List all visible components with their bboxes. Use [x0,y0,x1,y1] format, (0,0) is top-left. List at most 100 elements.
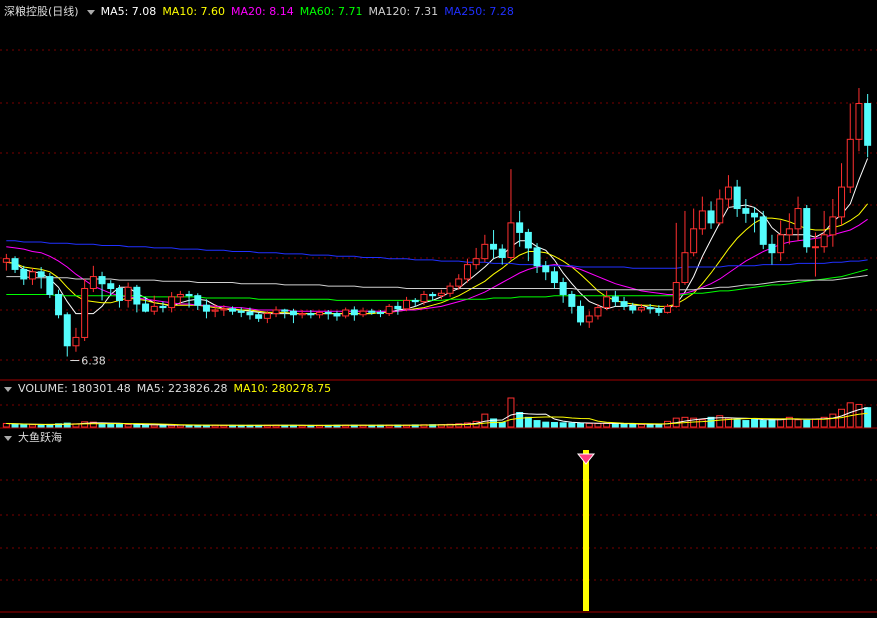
volume-bar [655,423,663,428]
candle-up [698,210,706,230]
candle-up [89,276,97,290]
dropdown-triangle-icon[interactable] [4,435,12,441]
volume-bar [864,407,872,428]
volume-bar [803,419,811,428]
candle-up [777,234,785,254]
volume-bars[interactable] [2,397,872,428]
candle-up [150,305,158,312]
candle-up [342,309,350,317]
candle-down [655,308,663,313]
candle-up [472,258,480,266]
volume-bar [150,424,158,428]
candle-down [350,309,358,316]
candle-down [255,314,263,319]
grid-lines [0,49,877,581]
candle-up [2,258,10,263]
volume-bar [559,422,567,428]
volume-bar [568,422,576,428]
legend-ma5: MA5: 7.08 [100,5,157,18]
candle-up [220,308,228,311]
candle-up [672,282,680,307]
candle-down [46,276,54,295]
signal-diamond-icon [576,453,596,465]
candle-up [28,271,36,280]
candle-down [281,309,289,312]
candle-down [524,231,532,249]
volume-bar [603,422,611,428]
candle-up [72,336,80,347]
volume-bar [698,419,706,428]
candle-down [550,271,558,284]
volume-bar [124,424,132,428]
candle-up [690,228,698,254]
candle-up [446,285,454,294]
stock-title: 深粮控股(日线) [4,5,79,18]
volume-bar [768,418,776,428]
volume-bar [20,424,28,428]
candle-up [664,305,672,313]
candle-up [716,198,724,224]
candle-down [646,307,654,310]
candle-down [368,310,376,313]
candle-down [733,186,741,210]
volume-bar [611,423,619,428]
candle-up [846,138,854,188]
candle-up [820,234,828,248]
volume-bar [594,422,602,428]
volume-bar [550,421,558,428]
volume-bar [159,424,167,428]
indicator-title: 大鱼跃海 [18,431,62,444]
candle-up [594,307,602,317]
candle-down [185,293,193,297]
min-price-label: 6.38 [81,355,106,368]
pane-borders [0,379,877,613]
candle-down [246,311,254,316]
volume-bar [516,412,524,428]
dropdown-triangle-icon[interactable] [4,386,12,392]
volume-bar [646,423,654,428]
candle-down [577,305,585,323]
candle-down [98,276,106,285]
main-legend: 深粮控股(日线) MA5: 7.08 MA10: 7.60 MA20: 8.14… [0,4,520,20]
candle-down [516,222,524,233]
legend-volume: VOLUME: 180301.48 [18,382,131,395]
legend-ma120: MA120: 7.31 [368,5,439,18]
candle-down [55,293,63,316]
candle-up [403,299,411,310]
volume-bar [794,419,802,428]
candle-down [194,295,202,306]
candle-down [611,296,619,303]
candle-up [603,296,611,309]
candle-up [681,252,689,284]
candle-up [359,310,367,316]
volume-bar [577,422,585,428]
candle-down [411,299,419,303]
candle-down [20,268,28,280]
volume-bar [733,419,741,428]
candle-up [420,293,428,303]
candlesticks[interactable] [2,88,872,357]
candle-up [724,186,732,200]
volume-legend: VOLUME: 180301.48 MA5: 223826.28 MA10: 2… [0,381,337,397]
candle-up [811,246,819,249]
legend-ma10: MA10: 7.60 [162,5,226,18]
candle-down [333,313,341,317]
candle-up [829,216,837,236]
candle-down [864,103,872,146]
candle-up [785,228,793,236]
candle-up [316,311,324,316]
volume-bar [507,397,515,428]
candle-down [707,210,715,224]
candle-up [81,288,89,338]
volume-bar [28,424,36,428]
candle-down [324,311,332,315]
ma-line-ma250 [6,240,868,269]
candle-up [637,307,645,311]
candle-down [429,293,437,297]
dropdown-triangle-icon[interactable] [86,9,95,15]
candle-down [11,258,19,270]
volume-bar [855,403,863,428]
candle-up [463,264,471,280]
volume-bar [759,420,767,428]
legend-ma250: MA250: 7.28 [444,5,514,18]
